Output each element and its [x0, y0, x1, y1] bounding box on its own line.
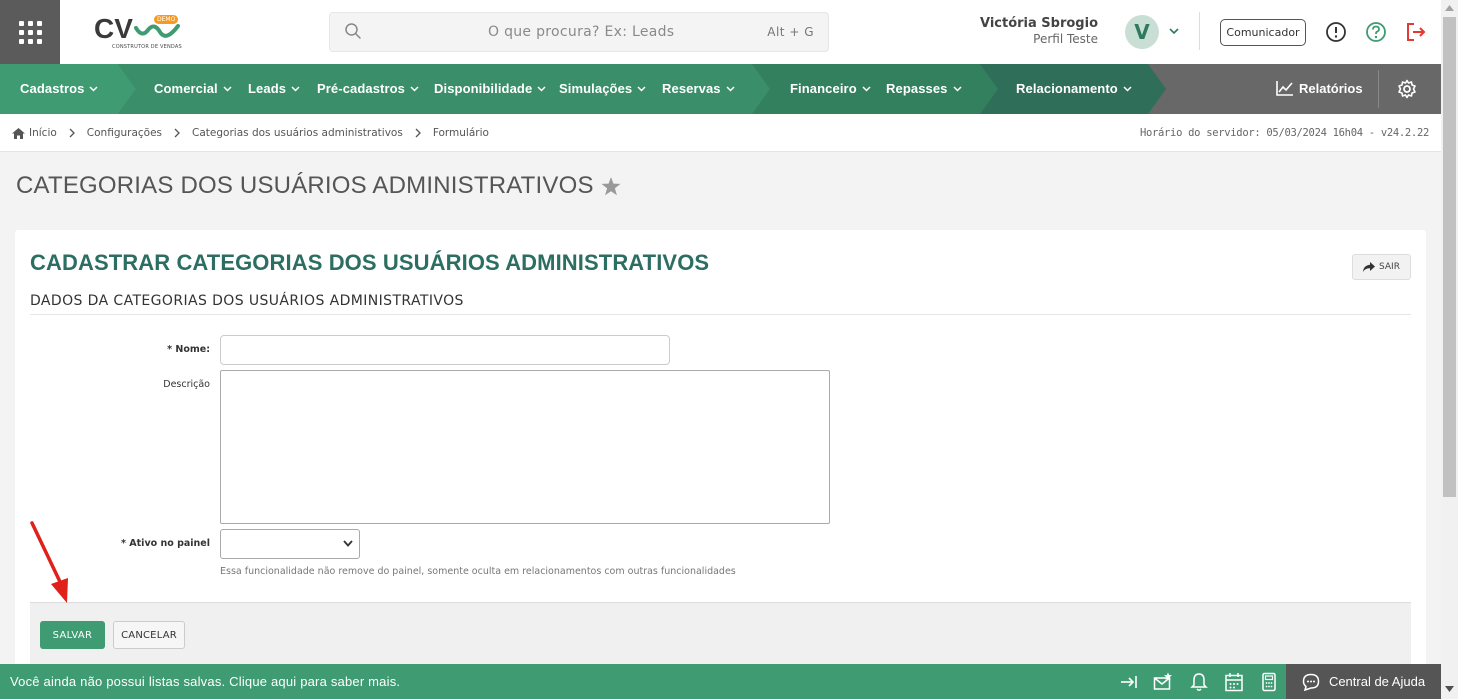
user-name: Victória Sbrogio [979, 16, 1098, 31]
ativo-select[interactable] [220, 529, 360, 559]
chevron-down-icon [862, 86, 871, 92]
search-box[interactable]: O que procura? Ex: Leads Alt + G [329, 12, 829, 52]
form-card: CADASTRAR CATEGORIAS DOS USUÁRIOS ADMINI… [15, 230, 1426, 670]
search-icon [345, 23, 361, 39]
help-center-button[interactable]: Central de Ajuda [1286, 664, 1441, 699]
logo-demo-badge: DEMO [154, 15, 179, 24]
bottom-bar: Você ainda não possui listas salvas. Cli… [0, 664, 1441, 699]
nav-item-simulacoes[interactable]: Simulações [559, 81, 646, 96]
nav-item-reservas[interactable]: Reservas [662, 81, 735, 96]
logo[interactable]: CV DEMO CONSTRUTOR DE VENDAS [92, 12, 192, 54]
page-title: CATEGORIAS DOS USUÁRIOS ADMINISTRATIVOS [16, 172, 621, 200]
scroll-up-icon[interactable] [1445, 5, 1454, 11]
chevron-down-icon [537, 86, 546, 92]
exit-button[interactable]: SAIR [1352, 254, 1411, 280]
cancel-button[interactable]: CANCELAR [113, 621, 185, 649]
card-title: CADASTRAR CATEGORIAS DOS USUÁRIOS ADMINI… [30, 250, 710, 275]
gear-icon[interactable] [1397, 79, 1417, 99]
nav-item-financeiro[interactable]: Financeiro [790, 81, 871, 96]
chevron-down-icon [637, 86, 646, 92]
collapse-right-icon[interactable] [1119, 672, 1139, 692]
nav-item-repasses[interactable]: Repasses [886, 81, 962, 96]
page-scrollbar[interactable] [1441, 0, 1458, 699]
section-title: DADOS DA CATEGORIAS DOS USUÁRIOS ADMINIS… [30, 293, 464, 309]
chart-line-icon [1276, 81, 1293, 96]
server-time: Horário do servidor: 05/03/2024 16h04 - … [1139, 127, 1429, 139]
breadcrumb-categorias[interactable]: Categorias dos usuários administrativos [192, 127, 403, 139]
nav-item-cadastros[interactable]: Cadastros [20, 81, 99, 96]
breadcrumb-configuracoes[interactable]: Configurações [87, 127, 162, 139]
header-divider [1199, 12, 1200, 50]
breadcrumb-bar: Início Configurações Categorias dos usuá… [0, 114, 1441, 152]
chevron-right-icon [415, 128, 421, 138]
chevron-down-icon [952, 86, 962, 92]
breadcrumb: Início Configurações Categorias dos usuá… [12, 127, 489, 139]
saved-lists-message[interactable]: Você ainda não possui listas salvas. Cli… [10, 674, 400, 689]
scroll-down-icon[interactable] [1445, 686, 1454, 692]
breadcrumb-inicio[interactable]: Início [29, 127, 57, 139]
calculator-icon[interactable] [1259, 672, 1279, 692]
logo-subtitle: CONSTRUTOR DE VENDAS [112, 44, 182, 50]
nome-label: * Nome: [167, 344, 210, 355]
nav-item-comercial[interactable]: Comercial [154, 81, 232, 96]
chevron-down-icon [1123, 86, 1132, 92]
save-button[interactable]: SALVAR [40, 621, 105, 649]
chevron-down-icon [726, 86, 735, 92]
nav-item-relatorios[interactable]: Relatórios [1276, 80, 1363, 96]
help-icon[interactable] [1365, 21, 1387, 43]
mail-star-icon[interactable] [1153, 672, 1173, 692]
star-icon[interactable] [601, 176, 621, 196]
section-divider [30, 314, 1411, 315]
nome-input[interactable] [220, 335, 670, 365]
chevron-down-icon [223, 86, 232, 92]
nav-item-pre-cadastros[interactable]: Pré-cadastros [317, 81, 419, 96]
form-actions: SALVAR CANCELAR [30, 602, 1411, 670]
bell-icon[interactable] [1189, 672, 1209, 692]
chevron-down-icon [410, 86, 419, 92]
search-shortcut: Alt + G [767, 25, 814, 39]
calendar-icon[interactable] [1224, 672, 1244, 692]
page-title-text: CATEGORIAS DOS USUÁRIOS ADMINISTRATIVOS [16, 172, 594, 199]
scroll-thumb[interactable] [1443, 17, 1456, 497]
home-icon[interactable] [12, 127, 25, 139]
apps-menu-button[interactable] [0, 0, 60, 64]
chevron-right-icon [69, 128, 75, 138]
chevron-down-icon[interactable] [1168, 25, 1180, 37]
nav-item-relacionamento[interactable]: Relacionamento [1016, 81, 1132, 96]
avatar[interactable]: V [1125, 15, 1159, 49]
chevron-right-icon [174, 128, 180, 138]
nav-item-disponibilidade[interactable]: Disponibilidade [434, 81, 546, 96]
main-nav: Cadastros Comercial Leads Pré-cadastros … [0, 64, 1441, 114]
chevron-down-icon [343, 540, 353, 547]
ativo-label: * Ativo no painel [121, 538, 210, 549]
descricao-label: Descrição [163, 379, 210, 390]
top-header: CV DEMO CONSTRUTOR DE VENDAS O que procu… [0, 0, 1441, 64]
info-icon[interactable] [1325, 21, 1347, 43]
ativo-help-text: Essa funcionalidade não remove do painel… [220, 566, 736, 577]
nav-divider [1378, 70, 1379, 108]
search-placeholder: O que procura? Ex: Leads [488, 24, 675, 40]
logout-icon[interactable] [1405, 21, 1427, 43]
red-arrow-annotation [30, 521, 68, 603]
user-profile: Perfil Teste [1033, 32, 1098, 46]
descricao-textarea[interactable] [220, 370, 830, 524]
svg-text:CV: CV [94, 13, 133, 44]
nav-item-leads[interactable]: Leads [248, 81, 300, 96]
apps-grid-icon [18, 20, 42, 44]
chevron-down-icon [291, 86, 300, 92]
chat-bubble-icon [1302, 673, 1320, 691]
comunicador-button[interactable]: Comunicador [1220, 19, 1306, 46]
share-arrow-icon [1363, 262, 1376, 272]
breadcrumb-formulario: Formulário [432, 127, 489, 139]
chevron-down-icon [89, 86, 99, 92]
